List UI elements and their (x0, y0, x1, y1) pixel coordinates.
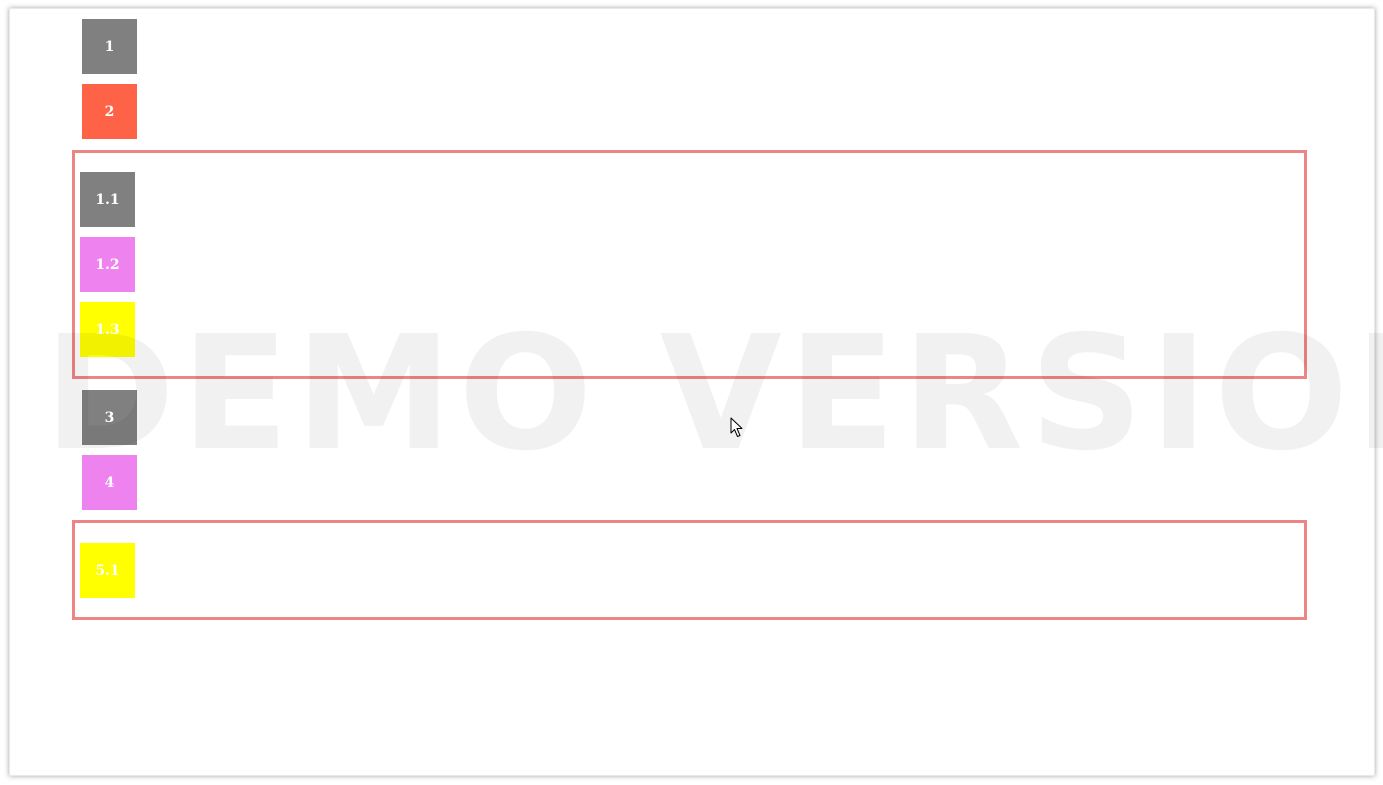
item-1-3[interactable]: 1.3 (80, 302, 135, 357)
group-5-container[interactable] (72, 520, 1307, 620)
item-5-1[interactable]: 5.1 (80, 543, 135, 598)
item-1[interactable]: 1 (82, 19, 137, 74)
item-1-1[interactable]: 1.1 (80, 172, 135, 227)
arrow-cursor-icon (730, 417, 743, 437)
item-3[interactable]: 3 (82, 390, 137, 445)
item-4[interactable]: 4 (82, 455, 137, 510)
item-1-2[interactable]: 1.2 (80, 237, 135, 292)
demo-canvas (9, 8, 1375, 776)
group-1-container[interactable] (72, 150, 1307, 379)
item-2[interactable]: 2 (82, 84, 137, 139)
